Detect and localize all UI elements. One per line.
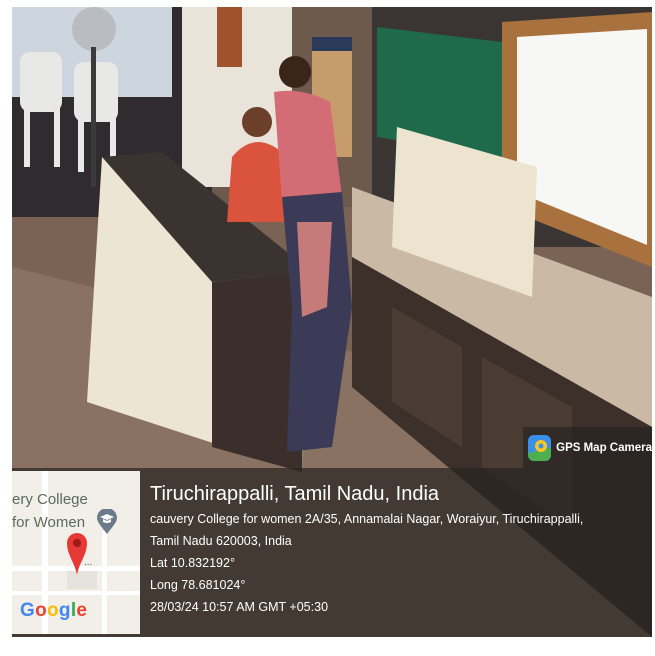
google-logo: Google xyxy=(20,600,88,621)
gps-map-camera-badge: GPS Map Camera xyxy=(523,427,652,468)
address-line-1: cauvery College for women 2A/35, Annamal… xyxy=(150,512,584,526)
address-line-2: Tamil Nadu 620003, India xyxy=(150,534,292,548)
mini-map: ery College for Women ... Google xyxy=(12,471,140,634)
pedestal-fan xyxy=(72,7,116,51)
location-city: Tiruchirappalli, Tamil Nadu, India xyxy=(150,483,440,505)
map-pin-icon xyxy=(67,533,87,575)
datetime: 28/03/24 10:57 AM GMT +05:30 xyxy=(150,600,329,614)
longitude: Long 78.681024° xyxy=(150,578,246,592)
graduation-cap-icon xyxy=(97,509,117,534)
badge-label: GPS Map Camera xyxy=(556,441,652,454)
location-info: Tiruchirappalli, Tamil Nadu, India cauve… xyxy=(150,480,645,618)
latitude: Lat 10.832192° xyxy=(150,556,235,570)
map-dots: ... xyxy=(84,557,93,568)
map-label-college: ery College xyxy=(12,491,88,508)
green-board xyxy=(377,27,502,157)
map-label-women: for Women xyxy=(12,514,86,531)
gps-map-camera-app-icon xyxy=(528,434,552,461)
